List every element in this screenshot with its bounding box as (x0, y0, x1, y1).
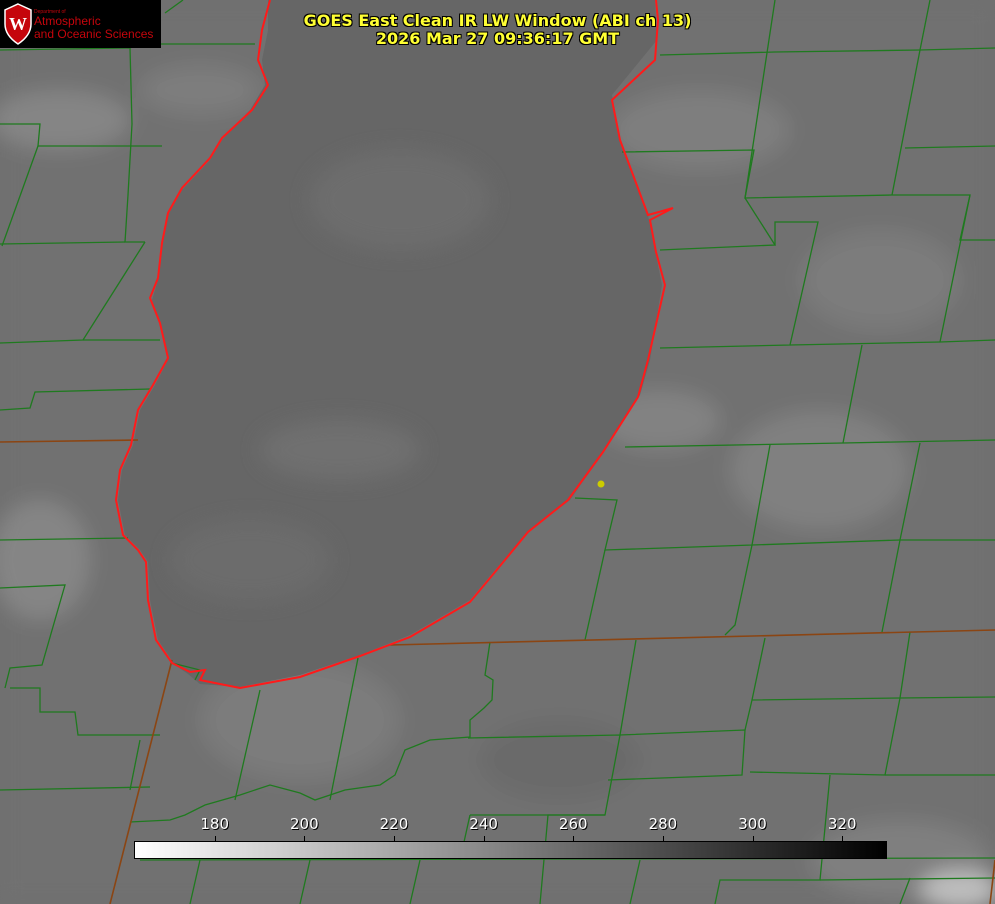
colorbar-tick-mark (394, 836, 395, 841)
colorbar-tick-label: 180 (200, 815, 229, 833)
colorbar-tick-mark (215, 836, 216, 841)
site-marker (597, 480, 605, 488)
colorbar-tick-label: 220 (379, 815, 409, 833)
colorbar-tick-mark (573, 836, 574, 841)
colorbar-tick-label: 240 (469, 815, 498, 833)
colorbar-tick-label: 280 (648, 815, 678, 833)
satellite-image: GOES East Clean IR LW Window (ABI ch 13)… (0, 0, 995, 904)
colorbar-tick-label: 200 (289, 815, 319, 833)
colorbar-tick-mark (753, 836, 754, 841)
temperature-colorbar (134, 841, 887, 859)
colorbar-tick-label: 300 (738, 815, 767, 833)
colorbar-tick-mark (484, 836, 485, 841)
colorbar-tick-mark (842, 836, 843, 841)
colorbar-tick-label: 260 (558, 815, 588, 833)
crest-icon: W (4, 3, 32, 45)
logo-line-1: Atmospheric (34, 14, 101, 28)
svg-text:W: W (9, 14, 27, 34)
colorbar-tick-mark (304, 836, 305, 841)
map-canvas (0, 0, 995, 904)
colorbar-tick-label: 320 (827, 815, 857, 833)
logo-line-2: and Oceanic Sciences (34, 27, 154, 41)
logo: W Department of Atmospheric and Oceanic … (0, 0, 161, 48)
colorbar-tick-mark (663, 836, 664, 841)
